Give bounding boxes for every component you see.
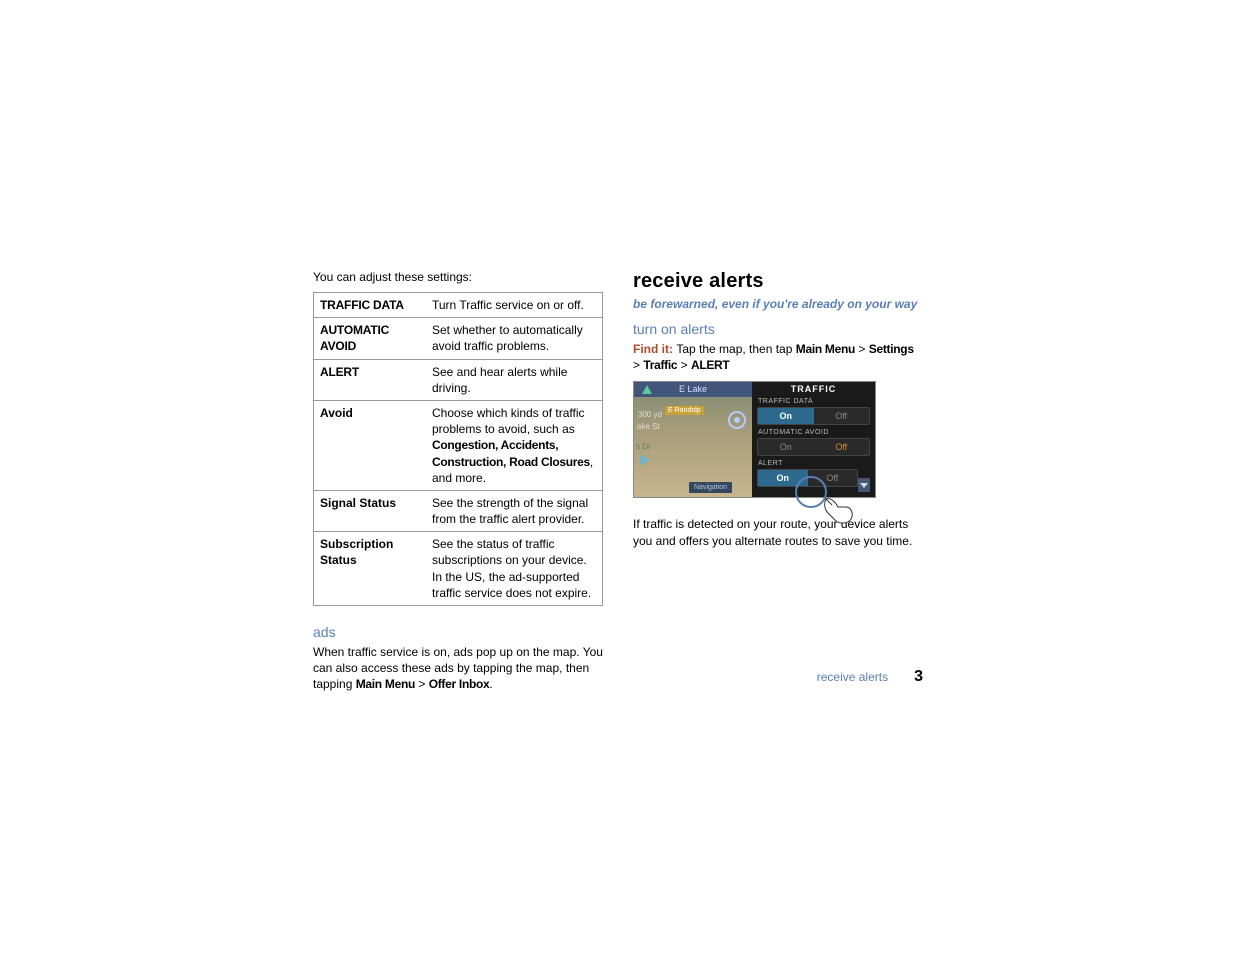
toggle-on[interactable]: On bbox=[758, 408, 814, 424]
find-it-lead: Find it: bbox=[633, 342, 676, 356]
setting-label: Avoid bbox=[314, 400, 427, 490]
path-settings: Settings bbox=[869, 342, 914, 356]
toggle-alert[interactable]: On Off bbox=[757, 469, 858, 487]
setting-label: Subscription Status bbox=[314, 532, 427, 606]
sep: > bbox=[855, 342, 869, 356]
footer-section: receive alerts bbox=[817, 670, 888, 684]
table-row: ALERT See and hear alerts while driving. bbox=[314, 359, 603, 400]
right-column: receive alerts be forewarned, even if yo… bbox=[633, 270, 923, 693]
sep: > bbox=[677, 358, 691, 372]
setting-desc: See and hear alerts while driving. bbox=[426, 359, 603, 400]
device-panel: TRAFFIC TRAFFIC DATA On Off AUTOMATIC AV… bbox=[752, 382, 875, 497]
device-screenshot: E Lake 300 yd ake St s Dr E Randolp Navi… bbox=[633, 381, 876, 498]
table-row: Signal Status See the strength of the si… bbox=[314, 490, 603, 531]
desc-bold: Congestion, Accidents, Construction, Roa… bbox=[432, 438, 590, 468]
panel-row-label: TRAFFIC DATA bbox=[752, 396, 875, 407]
path-alert: ALERT bbox=[691, 358, 730, 372]
settings-intro: You can adjust these settings: bbox=[313, 270, 603, 284]
setting-label: Signal Status bbox=[314, 490, 427, 531]
find-it-pre: Tap the map, then tap bbox=[676, 342, 795, 356]
toggle-off[interactable]: Off bbox=[814, 408, 870, 424]
toggle-traffic-data[interactable]: On Off bbox=[757, 407, 870, 425]
navigation-button[interactable]: Navigation bbox=[689, 482, 732, 493]
desc-pre: Choose which kinds of traffic problems t… bbox=[432, 406, 585, 436]
table-row: Subscription Status See the status of tr… bbox=[314, 532, 603, 606]
settings-table: TRAFFIC DATA Turn Traffic service on or … bbox=[313, 292, 603, 606]
dropdown-arrow-icon[interactable] bbox=[858, 478, 870, 492]
ads-heading: ads bbox=[313, 624, 603, 640]
page-content: You can adjust these settings: TRAFFIC D… bbox=[313, 270, 923, 693]
ads-body: When traffic service is on, ads pop up o… bbox=[313, 644, 603, 693]
toggle-off[interactable]: Off bbox=[814, 439, 870, 455]
path-end: . bbox=[489, 677, 492, 691]
outro-text: If traffic is detected on your route, yo… bbox=[633, 516, 923, 548]
device-map: E Lake 300 yd ake St s Dr E Randolp Navi… bbox=[634, 382, 752, 497]
table-row: AUTOMATIC AVOID Set whether to automatic… bbox=[314, 318, 603, 359]
map-distance: 300 yd bbox=[638, 410, 662, 419]
toggle-on[interactable]: On bbox=[758, 439, 814, 455]
path-traffic: Traffic bbox=[643, 358, 677, 372]
setting-desc: Turn Traffic service on or off. bbox=[426, 293, 603, 318]
play-icon bbox=[640, 454, 650, 466]
device-screen: E Lake 300 yd ake St s Dr E Randolp Navi… bbox=[633, 381, 876, 498]
map-sdr: s Dr bbox=[636, 442, 651, 451]
setting-label: TRAFFIC DATA bbox=[314, 293, 427, 318]
setting-label: AUTOMATIC AVOID bbox=[314, 318, 427, 359]
sep: > bbox=[633, 358, 643, 372]
street-sign: E Randolp bbox=[665, 406, 704, 415]
map-lake: ake St bbox=[637, 422, 660, 431]
toggle-off[interactable]: Off bbox=[808, 470, 858, 486]
menu-sep: > bbox=[415, 677, 429, 691]
page-subtitle: be forewarned, even if you're already on… bbox=[633, 297, 923, 311]
setting-desc: Set whether to automatically avoid traff… bbox=[426, 318, 603, 359]
panel-title: TRAFFIC bbox=[752, 382, 875, 396]
toggle-auto-avoid[interactable]: On Off bbox=[757, 438, 870, 456]
find-it-path: Find it: Tap the map, then tap Main Menu… bbox=[633, 341, 923, 373]
page-title: receive alerts bbox=[633, 270, 923, 293]
turn-on-heading: turn on alerts bbox=[633, 321, 923, 337]
setting-desc: See the status of traffic subscriptions … bbox=[426, 532, 603, 606]
path-main: Main Menu bbox=[796, 342, 855, 356]
signal-icon bbox=[728, 411, 746, 429]
menu-path-main: Main Menu bbox=[356, 677, 415, 691]
table-row: TRAFFIC DATA Turn Traffic service on or … bbox=[314, 293, 603, 318]
left-column: You can adjust these settings: TRAFFIC D… bbox=[313, 270, 603, 693]
footer-page-number: 3 bbox=[914, 668, 923, 686]
table-row: Avoid Choose which kinds of traffic prob… bbox=[314, 400, 603, 490]
setting-desc: Choose which kinds of traffic problems t… bbox=[426, 400, 603, 490]
panel-row-label: AUTOMATIC AVOID bbox=[752, 427, 875, 438]
setting-label: ALERT bbox=[314, 359, 427, 400]
tap-hand-icon bbox=[818, 493, 858, 533]
setting-desc: See the strength of the signal from the … bbox=[426, 490, 603, 531]
page-footer: receive alerts 3 bbox=[817, 668, 923, 686]
panel-row-label: ALERT bbox=[752, 458, 875, 469]
toggle-on[interactable]: On bbox=[758, 470, 808, 486]
turn-arrow-icon bbox=[642, 385, 652, 394]
menu-path-offer: Offer Inbox bbox=[429, 677, 490, 691]
